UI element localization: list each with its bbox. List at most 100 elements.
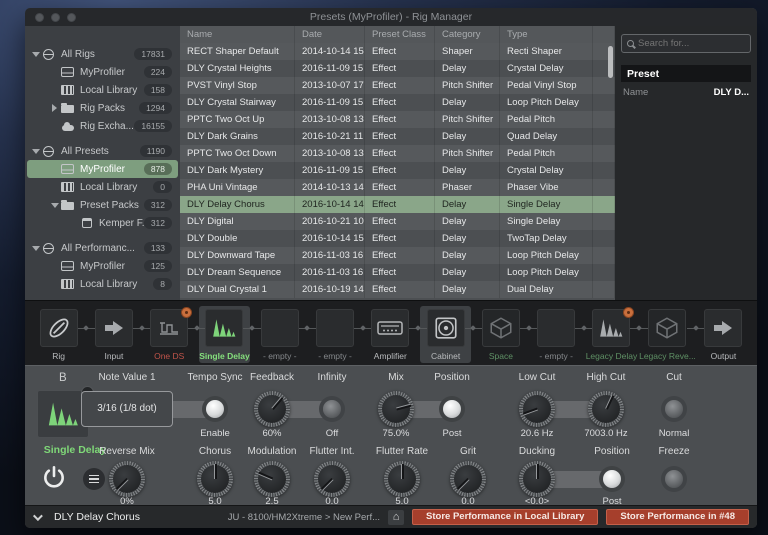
table-row[interactable]: PVST Vinyl Stop2013-10-07 17:...EffectPi… — [180, 77, 615, 94]
sidebar-item-all-performanc-[interactable]: All Performanc... 133 — [27, 239, 178, 257]
knob-ducking[interactable] — [519, 461, 555, 497]
module-menu-button[interactable] — [83, 468, 105, 490]
column-header-category[interactable]: Category — [435, 26, 500, 43]
chain-slot-output[interactable]: Output — [686, 305, 751, 365]
disclosure-down-icon[interactable] — [49, 202, 60, 208]
chain-slot-input[interactable]: Input — [77, 305, 141, 365]
table-row[interactable]: DLY Dark Mystery2016-11-09 15:...EffectD… — [180, 162, 615, 179]
column-header-type[interactable]: Type — [500, 26, 593, 43]
knob-flutter-int-[interactable] — [314, 461, 350, 497]
knob-flutter-rate[interactable] — [384, 461, 420, 497]
table-row[interactable]: PPTC Two Oct Up 2013-10-08 13... Effect Pit… — [180, 111, 615, 128]
knob-reverse-mix[interactable] — [109, 461, 145, 497]
knob-mix[interactable] — [378, 391, 414, 427]
chain-slot-legacy-delay[interactable]: Legacy Delay — [574, 305, 639, 365]
empty-slot-icon — [260, 309, 299, 347]
param-label-flutter-int-: Flutter Int. — [309, 446, 355, 457]
sidebar-item-all-rigs[interactable]: All Rigs 17831 — [27, 45, 178, 63]
home-button[interactable]: ⌂ — [388, 509, 405, 525]
table-cell: Effect — [365, 77, 435, 94]
disclosure-down-icon[interactable] — [30, 245, 41, 251]
toggle-position[interactable] — [443, 400, 461, 418]
sidebar-item-myprofiler[interactable]: MyProfiler 125 — [27, 257, 178, 275]
param-label-low-cut: Low Cut — [518, 372, 556, 383]
title-bar[interactable]: Presets (MyProfiler) - Rig Manager — [25, 8, 757, 26]
sidebar-item-myprofiler[interactable]: MyProfiler 878 — [27, 160, 178, 178]
sidebar-item-myprofiler[interactable]: MyProfiler 224 — [27, 63, 178, 81]
table-row[interactable]: DLY Crystal Stairway2016-11-09 15:...Eff… — [180, 94, 615, 111]
knob-modulation[interactable] — [254, 461, 290, 497]
chevron-down-icon[interactable] — [32, 510, 43, 521]
table-row[interactable]: DLY Double2016-10-14 15:...EffectDelayTw… — [180, 230, 615, 247]
column-header-date[interactable]: Date — [295, 26, 365, 43]
valuebox-note-value-1[interactable]: 3/16 (1/8 dot) — [81, 391, 173, 427]
table-row[interactable]: PPTC Two Oct Down 2013-10-08 13... Effect P… — [180, 145, 615, 162]
effect-editor: B Single Delay Note Value 1 3/16 (1/8 dot… — [25, 365, 757, 507]
table-cell — [593, 94, 615, 111]
table-row[interactable]: DLY Digital2016-10-21 10:...EffectDelayS… — [180, 213, 615, 230]
sidebar-item-label: All Performanc... — [61, 242, 135, 254]
chain-slot-rig[interactable]: Rig — [31, 305, 86, 365]
table-row[interactable]: DLY Dark Grains2016-10-21 11:...EffectDe… — [180, 128, 615, 145]
table-cell: Delay — [435, 230, 500, 247]
sidebar-item-kemper-f-[interactable]: Kemper F...312 — [27, 214, 178, 232]
knob-chorus[interactable] — [197, 461, 233, 497]
amp-icon — [60, 67, 75, 77]
chain-slot-space[interactable]: Space — [464, 305, 528, 365]
table-cell: Delay — [435, 162, 500, 179]
table-row[interactable]: DLY Downward Tape2016-11-03 16:...Effect… — [180, 247, 615, 264]
sidebar-item-preset-packs[interactable]: Preset Packs 312 — [27, 196, 178, 214]
search-icon — [627, 40, 634, 47]
chain-slot--empty-[interactable]: - empty - — [243, 305, 307, 365]
table-row[interactable]: DLY Dream Sequence2016-11-03 16:...Effec… — [180, 264, 615, 281]
column-header-preset-class[interactable]: Preset Class — [365, 26, 435, 43]
toggle-position[interactable] — [603, 470, 621, 488]
knob-low-cut[interactable] — [519, 391, 555, 427]
chain-slot-one-ds[interactable]: One DS — [132, 305, 197, 365]
chain-slot--empty-[interactable]: - empty - — [298, 305, 362, 365]
chain-slot-single-delay[interactable]: Single Delay — [187, 305, 252, 365]
param-label-tempo-sync: Tempo Sync — [187, 372, 243, 383]
chain-slot-legacy-reve-[interactable]: Legacy Reve... — [630, 305, 696, 365]
disclosure-down-icon[interactable] — [30, 51, 41, 57]
toggle-cut[interactable] — [665, 400, 683, 418]
table-row[interactable]: DLY Dual Crystal 12016-10-19 14:...Effec… — [180, 281, 615, 298]
store-slot-button[interactable]: Store Performance in #48 — [606, 509, 749, 525]
sidebar-item-local-library[interactable]: Local Library 8 — [27, 275, 178, 293]
power-button[interactable] — [41, 464, 67, 490]
disclosure-right-icon[interactable] — [49, 104, 60, 112]
table-cell: Phaser — [435, 179, 500, 196]
table-row[interactable]: RECT Shaper Default2014-10-14 15:...Effe… — [180, 43, 615, 60]
toggle-tempo-sync[interactable] — [206, 400, 224, 418]
table-scrollbar-thumb[interactable] — [608, 46, 613, 78]
sidebar-item-local-library[interactable]: Local Library 158 — [27, 81, 178, 99]
search-input[interactable] — [638, 38, 745, 49]
toggle-infinity[interactable] — [323, 400, 341, 418]
sidebar-item-rig-packs[interactable]: Rig Packs 1294 — [27, 99, 178, 117]
sidebar-item-local-library[interactable]: Local Library 0 — [27, 178, 178, 196]
search-box[interactable] — [621, 34, 751, 53]
knob-grit[interactable] — [450, 461, 486, 497]
toggle-freeze[interactable] — [665, 470, 683, 488]
sidebar-item-rig-excha-[interactable]: Rig Excha... 16155 — [27, 117, 178, 135]
knob-feedback[interactable] — [254, 391, 290, 427]
chain-slot-amplifier[interactable]: Amplifier — [353, 305, 418, 365]
table-row[interactable]: DLY Delay Chorus2016-10-14 14:...EffectD… — [180, 196, 615, 213]
table-row[interactable]: PHA Uni Vintage2014-10-13 14:...EffectPh… — [180, 179, 615, 196]
disclosure-down-icon[interactable] — [30, 148, 41, 154]
chain-slot-cabinet[interactable]: Cabinet — [408, 305, 473, 365]
table-cell — [593, 179, 615, 196]
sidebar-item-all-presets[interactable]: All Presets 1190 — [27, 142, 178, 160]
table-cell: Delay — [435, 281, 500, 298]
column-header-name[interactable]: Name — [180, 26, 295, 43]
chain-slot--empty-[interactable]: - empty - — [519, 305, 584, 365]
knob-high-cut[interactable] — [588, 391, 624, 427]
table-cell — [593, 111, 615, 128]
table-row[interactable]: DLY Crystal Heights2016-11-09 15:...Effe… — [180, 60, 615, 77]
chain-connector — [353, 328, 372, 329]
store-local-library-button[interactable]: Store Performance in Local Library — [412, 509, 599, 525]
sidebar-item-label: Local Library — [80, 181, 138, 193]
table-cell: 2013-10-07 17:... — [295, 77, 365, 94]
table-cell — [593, 230, 615, 247]
inspector-name-label: Name — [623, 86, 649, 98]
